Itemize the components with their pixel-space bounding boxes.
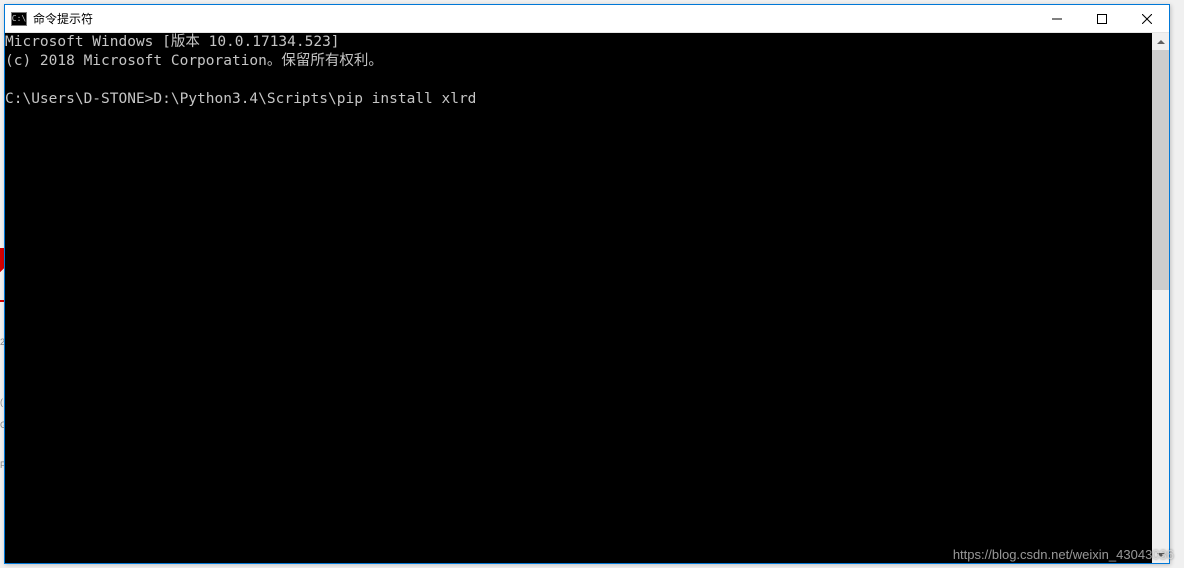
close-button[interactable] (1124, 5, 1169, 32)
minimize-button[interactable] (1034, 5, 1079, 32)
terminal-prompt: C:\Users\D-STONE> (5, 91, 153, 107)
terminal-line-copyright: (c) 2018 Microsoft Corporation。保留所有权利。 (5, 53, 383, 69)
terminal-line-version: Microsoft Windows [版本 10.0.17134.523] (5, 34, 340, 50)
terminal-wrapper: Microsoft Windows [版本 10.0.17134.523] (c… (5, 33, 1169, 563)
cmd-window: C:\ 命令提示符 Microsoft Windows [版本 10.0.171… (4, 4, 1170, 564)
maximize-button[interactable] (1079, 5, 1124, 32)
window-controls (1034, 5, 1169, 32)
titlebar[interactable]: C:\ 命令提示符 (5, 5, 1169, 33)
terminal[interactable]: Microsoft Windows [版本 10.0.17134.523] (c… (5, 33, 1152, 563)
terminal-command: D:\Python3.4\Scripts\pip install xlrd (153, 91, 476, 107)
chevron-down-icon (1157, 553, 1165, 557)
close-icon (1142, 14, 1152, 24)
minimize-icon (1052, 14, 1062, 24)
scroll-down-arrow[interactable] (1152, 546, 1169, 563)
chevron-up-icon (1157, 40, 1165, 44)
terminal-prompt-line: C:\Users\D-STONE>D:\Python3.4\Scripts\pi… (5, 91, 476, 107)
bg-text-2: ( (0, 397, 3, 407)
scroll-up-arrow[interactable] (1152, 33, 1169, 50)
scroll-track[interactable] (1152, 50, 1169, 546)
vertical-scrollbar[interactable] (1152, 33, 1169, 563)
cmd-icon: C:\ (11, 12, 27, 26)
maximize-icon (1097, 14, 1107, 24)
window-title: 命令提示符 (33, 10, 1034, 27)
scroll-thumb[interactable] (1152, 50, 1169, 290)
